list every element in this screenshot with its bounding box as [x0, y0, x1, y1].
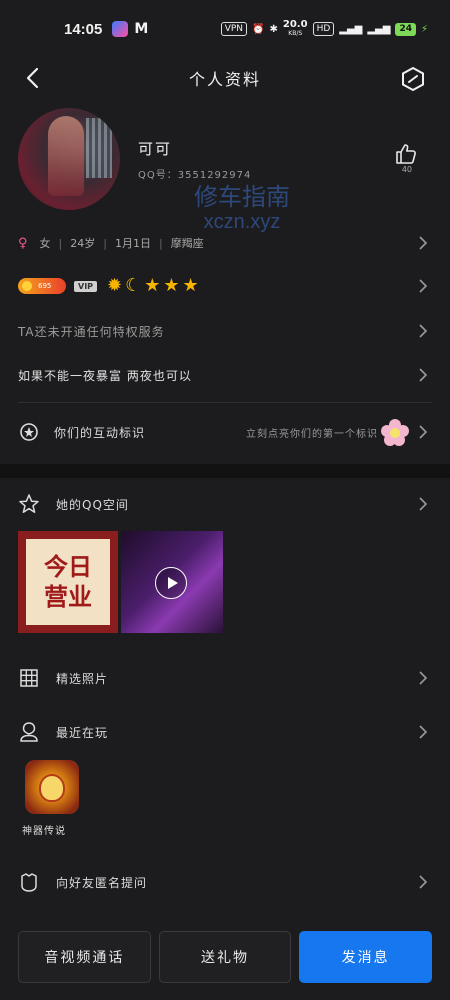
- zodiac: 摩羯座: [170, 237, 204, 250]
- net-speed: 20.0 KB/S: [282, 19, 308, 38]
- section-separator: [0, 464, 450, 478]
- game-character-icon: [39, 774, 65, 802]
- signal-icon: ▂▄▆: [339, 23, 363, 35]
- settings-hexagon-icon[interactable]: [400, 66, 426, 92]
- chevron-right-icon: [419, 875, 428, 889]
- chevron-right-icon: [419, 279, 428, 293]
- separator: |: [103, 236, 107, 250]
- chevron-right-icon: [419, 425, 428, 439]
- anonymous-question-label: 向好友匿名提问: [56, 875, 148, 890]
- age: 24岁: [70, 237, 96, 250]
- badges-row[interactable]: 695 VIP ✹ ☾ ★ ★ ★: [0, 274, 450, 298]
- thumbs-up-icon[interactable]: [394, 142, 418, 166]
- chevron-right-icon: [419, 236, 428, 250]
- send-message-button[interactable]: 发消息: [299, 931, 433, 983]
- chevron-right-icon: [419, 725, 428, 739]
- like-count: 40: [401, 165, 412, 174]
- bottom-action-bar: 音视频通话 送礼物 发消息: [18, 931, 433, 983]
- avatar-background: [86, 118, 112, 178]
- basic-info-row[interactable]: ♀ 女 | 24岁 | 1月1日 | 摩羯座: [0, 232, 450, 254]
- watermark: 修车指南 xczn.xyz: [182, 186, 302, 234]
- featured-photos-label: 精选照片: [56, 671, 109, 686]
- interaction-marks-row[interactable]: 你们的互动标识 立刻点亮你们的第一个标识: [0, 418, 450, 446]
- hd-badge: HD: [312, 22, 335, 36]
- qzone-row[interactable]: 她的QQ空间: [0, 492, 450, 516]
- top-nav: 个人资料: [0, 58, 450, 98]
- signature-row[interactable]: 如果不能一夜暴富 两夜也可以: [0, 364, 450, 386]
- signal-icon-2: ▂▄▆: [367, 23, 391, 35]
- game-pin-icon: [20, 722, 38, 742]
- flower-icon: [381, 419, 409, 446]
- game-name: 神器传说: [22, 826, 66, 837]
- nickname: 可可: [138, 140, 173, 158]
- mask-question-icon: [21, 873, 37, 892]
- interaction-hint: 立刻点亮你们的第一个标识: [246, 428, 378, 440]
- play-icon: [155, 567, 187, 599]
- vip-tag: VIP: [74, 280, 98, 292]
- qzone-video-thumbnail[interactable]: [121, 531, 223, 633]
- status-indicators: VPN ⏰ ✱ 20.0 KB/S HD ▂▄▆ ▂▄▆ 24 ⚡: [220, 19, 428, 38]
- vpn-badge: VPN: [220, 22, 248, 36]
- star-icon: ★: [144, 275, 161, 296]
- chevron-right-icon: [419, 368, 428, 382]
- moon-icon: ☾: [125, 275, 142, 296]
- gender: 女: [39, 237, 51, 250]
- status-bar: 14:05 M VPN ⏰ ✱ 20.0 KB/S HD ▂▄▆ ▂▄▆ 24 ⚡: [0, 0, 450, 58]
- vip-service-text: TA还未开通任何特权服务: [18, 324, 165, 339]
- chevron-right-icon: [419, 324, 428, 338]
- birthday: 1月1日: [114, 237, 151, 250]
- recently-playing-row[interactable]: 最近在玩: [0, 720, 450, 744]
- mail-icon: M: [134, 21, 149, 37]
- interaction-badge-icon: [20, 423, 38, 441]
- divider: [18, 402, 432, 403]
- battery-indicator: 24: [395, 22, 416, 36]
- bluetooth-icon: ✱: [269, 23, 278, 35]
- back-arrow-icon[interactable]: [20, 64, 48, 92]
- signature-text: 如果不能一夜暴富 两夜也可以: [18, 368, 192, 383]
- qzone-label: 她的QQ空间: [56, 497, 129, 512]
- featured-photos-row[interactable]: 精选照片: [0, 666, 450, 690]
- star-icon: ★: [182, 275, 199, 296]
- game-app-icon[interactable]: [25, 760, 79, 814]
- avatar[interactable]: [18, 108, 120, 210]
- page-title: 个人资料: [188, 70, 261, 89]
- anonymous-question-row[interactable]: 向好友匿名提问: [0, 870, 450, 894]
- send-gift-button[interactable]: 送礼物: [158, 931, 292, 983]
- vip-service-row[interactable]: TA还未开通任何特权服务: [0, 320, 450, 342]
- avatar-figure: [48, 116, 84, 196]
- interaction-label: 你们的互动标识: [54, 425, 146, 440]
- level-badge: 695: [18, 278, 66, 294]
- separator: |: [158, 236, 163, 250]
- thumbnail-line2: 营业: [44, 583, 92, 611]
- alarm-icon: ⏰: [252, 23, 265, 35]
- star-icon: ★: [163, 275, 180, 296]
- thumbnail-line1: 今日: [44, 553, 92, 581]
- separator: |: [58, 236, 63, 250]
- recently-playing-label: 最近在玩: [56, 725, 109, 740]
- qzone-thumbnail[interactable]: 今日 营业: [18, 531, 118, 633]
- qq-number: QQ号：3551292974: [138, 170, 252, 181]
- star-outline-icon: [19, 494, 39, 513]
- chevron-right-icon: [419, 497, 428, 511]
- status-time: 14:05: [64, 20, 103, 38]
- watermark-line1: 修车指南: [194, 184, 290, 211]
- charging-icon: ⚡: [420, 23, 428, 35]
- level-coin-icon: [22, 281, 32, 291]
- chevron-right-icon: [419, 671, 428, 685]
- qq-level-icons: ✹ ☾ ★ ★ ★: [107, 276, 199, 296]
- sun-icon: ✹: [107, 275, 123, 296]
- watermark-line2: xczn.xyz: [203, 211, 281, 233]
- thumbnail-text: 今日 营业: [26, 539, 110, 625]
- level-value: 695: [38, 282, 52, 290]
- av-call-button[interactable]: 音视频通话: [18, 931, 151, 983]
- female-icon: ♀: [18, 235, 28, 251]
- app-notification-icon: [112, 21, 129, 37]
- grid-icon: [20, 669, 38, 687]
